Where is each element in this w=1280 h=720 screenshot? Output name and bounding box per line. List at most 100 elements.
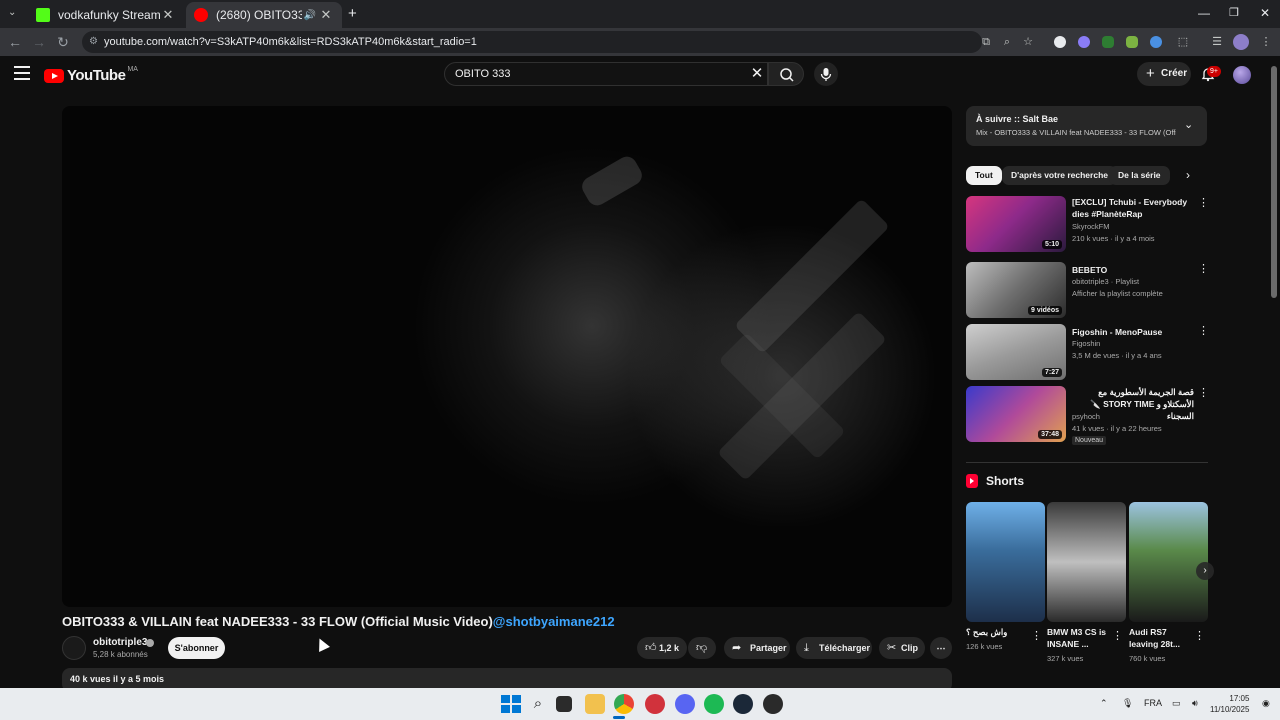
up-next-mix-panel[interactable]: À suivre :: Salt Bae Mix - OBITO333 & VI… [966,106,1207,146]
speaker-icon[interactable]: 🔊 [302,10,318,21]
volume-icon[interactable]: 🔊︎ [1192,698,1198,709]
title-mention-link[interactable]: @shotbyaimane212 [493,614,615,629]
recommendation-channel: psyhoch [1072,412,1100,421]
recommendation-item[interactable]: 7:27 Figoshin - MenoPause Figoshin 3,5 M… [966,324,1209,380]
close-window-icon[interactable]: ✕ [1260,6,1270,20]
verified-badge-icon [146,639,154,647]
profile-avatar[interactable] [1233,34,1249,50]
more-vert-icon[interactable]: ⋮ [1198,262,1209,275]
like-button[interactable]: 👍︎ 1,2 k [637,637,687,659]
tray-overflow-chevron-icon[interactable]: ⌃ [1100,698,1108,709]
download-button[interactable]: ⤓ Télécharger [796,637,872,659]
spotify-icon[interactable] [704,694,724,714]
browser-tab-bar: ⌄ vodkafunky Stream - Watch Live ✕ (2680… [0,0,1280,28]
browser-menu-icon[interactable]: ⋮ [1258,34,1274,50]
account-avatar[interactable] [1233,66,1251,84]
create-button[interactable]: + Créer [1137,62,1191,86]
extensions-puzzle-icon[interactable]: ⬚ [1175,34,1191,50]
windows-start-icon[interactable] [500,694,521,714]
extension-icon[interactable] [1054,36,1066,48]
more-vert-icon[interactable]: ⋮ [1198,324,1209,337]
chevron-right-icon[interactable]: › [1196,562,1214,580]
download-icon: ⤓ [804,642,809,654]
clock[interactable]: 17:05 11/10/2025 [1210,693,1249,715]
recommendation-meta[interactable]: Afficher la playlist complète [1072,289,1163,298]
more-actions-button[interactable]: ⋯ [930,637,952,659]
app-icon[interactable] [763,694,783,714]
more-vert-icon[interactable]: ⋮ [1198,196,1209,209]
chrome-icon[interactable] [614,694,634,714]
back-icon[interactable]: ← [6,33,24,51]
youtube-logo[interactable]: YouTube MA [44,66,138,84]
short-thumbnail[interactable] [1129,502,1208,622]
search-button[interactable] [768,62,804,86]
share-button[interactable]: ➦ Partager [724,637,790,659]
dislike-button[interactable]: 👎︎ [688,637,716,659]
menu-icon[interactable] [14,66,30,80]
microphone-tray-icon[interactable]: 🎙︎ [1122,698,1133,709]
restore-icon[interactable]: ❐ [1229,6,1239,19]
task-view-icon[interactable] [556,696,572,712]
video-duration: 37:48 [1038,430,1062,439]
video-thumbnail[interactable]: 5:10 [966,196,1066,252]
app-icon[interactable] [645,694,665,714]
search-icon[interactable]: ⌕ [528,694,548,714]
address-bar[interactable]: ⚙ youtube.com/watch?v=S3kATP40m6k&list=R… [82,31,982,53]
network-icon[interactable]: ▭ [1172,698,1181,709]
extension-icon[interactable] [1150,36,1162,48]
minimize-icon[interactable]: — [1198,6,1210,20]
subscribe-button[interactable]: S'abonner [168,637,225,659]
chevron-down-icon[interactable]: ⌄ [1184,118,1193,131]
short-thumbnail[interactable] [966,502,1045,622]
shorts-heading: Shorts [966,474,1024,488]
recommendation-title: [EXCLU] Tchubi - Everybody dies #Planète… [1072,197,1188,219]
close-tab-icon[interactable]: ✕ [318,7,334,23]
language-indicator[interactable]: FRA [1144,698,1162,708]
file-explorer-icon[interactable] [585,694,605,714]
bookmark-star-icon[interactable]: ☆ [1020,34,1036,50]
tab-kick[interactable]: vodkafunky Stream - Watch Live ✕ [28,2,184,28]
mix-subtitle: Mix - OBITO333 & VILLAIN feat NADEE333 -… [976,128,1176,137]
channel-avatar[interactable] [62,636,86,660]
extension-icon[interactable] [1078,36,1090,48]
short-title: واش بصح ؟ [966,627,1008,637]
clear-search-icon[interactable]: ✕ [748,65,766,83]
notifications-icon[interactable]: ◉ [1262,698,1270,709]
more-vert-icon[interactable]: ⋮ [1031,629,1042,642]
recommendation-item[interactable]: 9 vidéos BEBETO obitotriple3 · Playlist … [966,262,1209,318]
channel-name[interactable]: obitotriple3 [93,637,147,648]
search-input[interactable]: OBITO 333 [444,62,768,86]
more-vert-icon[interactable]: ⋮ [1194,629,1205,642]
tab-youtube[interactable]: (2680) OBITO333 & VILLAIN 🔊 ✕ [186,2,342,28]
install-app-icon[interactable]: ⧉ [978,34,994,50]
clip-button[interactable]: ✂ Clip [879,637,925,659]
tab-search-chevron-icon[interactable]: ⌄ [8,7,16,18]
reload-icon[interactable]: ↻ [54,33,72,51]
voice-search-button[interactable] [814,62,838,86]
video-thumbnail[interactable]: 37:48 [966,386,1066,442]
close-tab-icon[interactable]: ✕ [160,7,176,23]
recommendation-item[interactable]: 37:48 قصة الجريمة الأسطورية مع الأسكتلاو… [966,386,1209,445]
more-vert-icon[interactable]: ⋮ [1112,629,1123,642]
zoom-icon[interactable]: ⌕ [999,34,1015,50]
description-box[interactable]: 40 k vues il y a 5 mois [62,668,952,688]
extension-icon[interactable] [1102,36,1114,48]
steam-icon[interactable] [733,694,753,714]
extension-icon[interactable] [1126,36,1138,48]
page-scrollbar[interactable] [1271,66,1277,298]
chevron-right-icon[interactable]: › [1186,168,1190,182]
new-tab-button[interactable]: + [348,5,357,22]
more-vert-icon[interactable]: ⋮ [1198,386,1209,399]
forward-icon[interactable]: → [30,33,48,51]
video-thumbnail[interactable]: 7:27 [966,324,1066,380]
video-player[interactable] [62,106,952,607]
site-info-icon[interactable]: ⚙ [89,31,98,53]
chip-from-search[interactable]: D'après votre recherche [1002,166,1117,185]
discord-icon[interactable] [675,694,695,714]
short-thumbnail[interactable] [1047,502,1126,622]
chip-from-series[interactable]: De la série [1109,166,1170,185]
reading-list-icon[interactable]: ☰ [1209,34,1225,50]
chip-all[interactable]: Tout [966,166,1002,185]
recommendation-item[interactable]: 5:10 [EXCLU] Tchubi - Everybody dies #Pl… [966,196,1209,252]
playlist-thumbnail[interactable]: 9 vidéos [966,262,1066,318]
